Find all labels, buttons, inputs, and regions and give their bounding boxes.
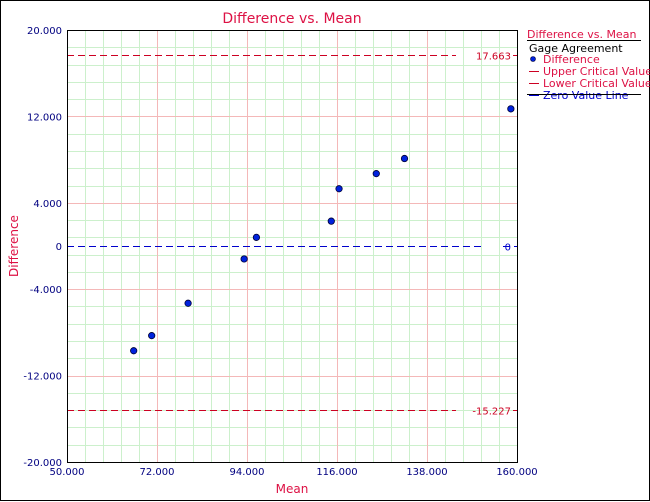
chart-canvas: 17.663-15.2270 50.000 72.000 94.000 116.000… — [7, 11, 650, 496]
y-tick-label: -4.000 — [30, 285, 62, 296]
x-tick-label: 72.000 — [140, 467, 175, 478]
data-point — [507, 105, 515, 113]
legend-title: Difference vs. Mean — [527, 28, 636, 41]
x-tick-label: 94.000 — [230, 467, 265, 478]
y-tick-label: -20.000 — [23, 458, 62, 469]
data-point — [400, 154, 409, 163]
legend: Difference vs. MeanGage AgreementDiffere… — [527, 28, 650, 102]
y-tick-label: 0 — [56, 242, 62, 253]
chart-window: 17.663 -15.227 0 50.000 72.000 94.000 116.000… — [0, 0, 650, 501]
legend-marker-difference — [530, 56, 536, 62]
data-point — [184, 299, 192, 307]
data-point — [335, 185, 343, 193]
x-tick-label: 160.000 — [496, 467, 537, 478]
legend-item-zero-value-line: Zero Value Line — [543, 89, 629, 102]
y-tick-label: 20.000 — [27, 26, 62, 37]
y-tick-label: 4.000 — [33, 199, 62, 210]
y-tick-label: 12.000 — [27, 112, 62, 123]
upper-critical-value-label: 17.663 — [476, 52, 511, 63]
x-tick-label: 116.000 — [316, 467, 357, 478]
data-points — [130, 105, 515, 355]
y-tick-label: -12.000 — [23, 372, 62, 383]
data-point — [372, 170, 380, 178]
x-tick-label: 138.000 — [406, 467, 447, 478]
data-point — [148, 332, 156, 340]
chart-title: Difference vs. Mean — [222, 11, 361, 27]
y-axis-label: Difference — [7, 215, 21, 277]
data-point — [252, 233, 261, 241]
data-point — [130, 347, 138, 355]
data-point — [240, 255, 248, 263]
data-point — [327, 217, 335, 225]
reference-lines: 17.663 -15.227 0 — [67, 52, 517, 418]
x-axis-label: Mean — [276, 482, 309, 496]
zero-value-line-label: 0 — [505, 243, 511, 254]
lower-critical-value-label: -15.227 — [472, 407, 511, 418]
